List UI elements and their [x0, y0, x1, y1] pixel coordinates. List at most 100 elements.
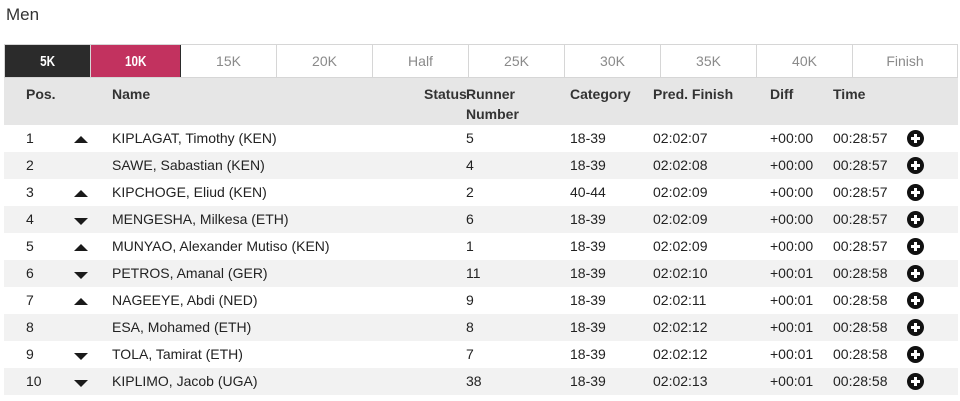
plus-circle-icon[interactable] — [907, 373, 924, 390]
trend-indicator — [74, 206, 90, 233]
trend-indicator — [74, 233, 90, 260]
tab-5k[interactable]: 5K — [5, 45, 91, 77]
results-table: Pos. Name Status Runner Number Category … — [4, 78, 958, 395]
rank-down-icon — [74, 218, 88, 225]
trend-indicator — [74, 314, 90, 341]
expand-row-button[interactable] — [907, 238, 924, 255]
cell-diff: +00:00 — [770, 238, 814, 254]
header-time: Time — [833, 86, 866, 102]
cell-diff: +00:01 — [770, 373, 814, 389]
tab-25k[interactable]: 25K — [469, 45, 565, 77]
table-row[interactable]: 1 KIPLAGAT, Timothy (KEN) 5 18-39 02:02:07 +0… — [4, 125, 958, 152]
tab-label: 10K — [124, 52, 147, 70]
cell-runner-number: 38 — [466, 373, 482, 389]
cell-name: PETROS, Amanal (GER) — [112, 265, 268, 281]
tab-15k[interactable]: 15K — [181, 45, 277, 77]
cell-pos: 4 — [26, 211, 34, 227]
plus-circle-icon[interactable] — [907, 211, 924, 228]
cell-runner-number: 5 — [466, 130, 474, 146]
plus-circle-icon[interactable] — [907, 346, 924, 363]
expand-row-button[interactable] — [907, 346, 924, 363]
cell-name: ESA, Mohamed (ETH) — [112, 319, 252, 335]
cell-diff: +00:00 — [770, 130, 814, 146]
expand-row-button[interactable] — [907, 373, 924, 390]
table-row[interactable]: 8 ESA, Mohamed (ETH) 8 18-39 02:02:12 +00:01 0… — [4, 314, 958, 341]
cell-pos: 2 — [26, 157, 34, 173]
cell-name: MUNYAO, Alexander Mutiso (KEN) — [112, 238, 330, 254]
cell-runner-number: 1 — [466, 238, 474, 254]
header-diff: Diff — [770, 86, 794, 102]
trend-indicator — [74, 341, 90, 368]
plus-circle-icon[interactable] — [907, 130, 924, 147]
rank-up-icon — [74, 298, 88, 305]
cell-runner-number: 6 — [466, 211, 474, 227]
header-name: Name — [112, 86, 151, 102]
expand-row-button[interactable] — [907, 265, 924, 282]
rank-up-icon — [74, 190, 88, 197]
cell-name: TOLA, Tamirat (ETH) — [112, 346, 243, 362]
cell-pos: 5 — [26, 238, 34, 254]
table-row[interactable]: 3 KIPCHOGE, Eliud (KEN) 2 40-44 02:02:09 +00:… — [4, 179, 958, 206]
cell-pred-finish: 02:02:10 — [653, 265, 708, 281]
expand-row-button[interactable] — [907, 184, 924, 201]
page-title: Men — [6, 5, 40, 24]
plus-circle-icon[interactable] — [907, 265, 924, 282]
cell-name: KIPLAGAT, Timothy (KEN) — [112, 130, 277, 146]
cell-category: 18-39 — [570, 130, 606, 146]
cell-category: 18-39 — [570, 265, 606, 281]
cell-diff: +00:00 — [770, 157, 814, 173]
plus-circle-icon[interactable] — [907, 157, 924, 174]
cell-category: 18-39 — [570, 319, 606, 335]
cell-pred-finish: 02:02:08 — [653, 157, 708, 173]
rank-down-icon — [74, 380, 88, 387]
header-number: Number — [466, 106, 519, 122]
tab-20k[interactable]: 20K — [277, 45, 373, 77]
rank-up-icon — [74, 136, 88, 143]
cell-diff: +00:00 — [770, 211, 814, 227]
header-pred-finish: Pred. Finish — [653, 86, 734, 102]
split-tabs: 5K 10K 15K 20K Half 25K 30K 35K 40K Fini… — [4, 44, 958, 78]
tab-10k[interactable]: 10K — [91, 45, 181, 77]
tab-35k[interactable]: 35K — [661, 45, 757, 77]
plus-circle-icon[interactable] — [907, 319, 924, 336]
cell-diff: +00:00 — [770, 184, 814, 200]
cell-time: 00:28:58 — [833, 319, 888, 335]
cell-pred-finish: 02:02:09 — [653, 238, 708, 254]
cell-category: 18-39 — [570, 292, 606, 308]
expand-row-button[interactable] — [907, 211, 924, 228]
cell-name: MENGESHA, Milkesa (ETH) — [112, 211, 289, 227]
table-row[interactable]: 7 NAGEEYE, Abdi (NED) 9 18-39 02:02:11 +00:01… — [4, 287, 958, 314]
tab-40k[interactable]: 40K — [757, 45, 853, 77]
plus-circle-icon[interactable] — [907, 184, 924, 201]
cell-category: 18-39 — [570, 157, 606, 173]
expand-row-button[interactable] — [907, 319, 924, 336]
table-row[interactable]: 9 TOLA, Tamirat (ETH) 7 18-39 02:02:12 +00:01… — [4, 341, 958, 368]
expand-row-button[interactable] — [907, 157, 924, 174]
trend-indicator — [74, 287, 90, 314]
plus-circle-icon[interactable] — [907, 292, 924, 309]
expand-row-button[interactable] — [907, 130, 924, 147]
cell-time: 00:28:58 — [833, 265, 888, 281]
tab-30k[interactable]: 30K — [565, 45, 661, 77]
tab-label: 35K — [696, 53, 721, 69]
cell-name: KIPLIMO, Jacob (UGA) — [112, 373, 258, 389]
table-row[interactable]: 6 PETROS, Amanal (GER) 11 18-39 02:02:10 +00:… — [4, 260, 958, 287]
cell-runner-number: 8 — [466, 319, 474, 335]
expand-row-button[interactable] — [907, 292, 924, 309]
tab-finish[interactable]: Finish — [853, 45, 957, 77]
rank-up-icon — [74, 244, 88, 251]
cell-time: 00:28:58 — [833, 292, 888, 308]
cell-category: 40-44 — [570, 184, 606, 200]
plus-circle-icon[interactable] — [907, 238, 924, 255]
table-row[interactable]: 10 KIPLIMO, Jacob (UGA) 38 18-39 02:02:13 +00… — [4, 368, 958, 395]
table-row[interactable]: 2 SAWE, Sabastian (KEN) 4 18-39 02:02:08 +00:… — [4, 152, 958, 179]
cell-time: 00:28:58 — [833, 373, 888, 389]
table-row[interactable]: 4 MENGESHA, Milkesa (ETH) 6 18-39 02:02:09 +0… — [4, 206, 958, 233]
cell-name: SAWE, Sabastian (KEN) — [112, 157, 265, 173]
cell-pred-finish: 02:02:12 — [653, 319, 708, 335]
cell-category: 18-39 — [570, 373, 606, 389]
table-row[interactable]: 5 MUNYAO, Alexander Mutiso (KEN) 1 18-39 02:… — [4, 233, 958, 260]
tab-half[interactable]: Half — [373, 45, 469, 77]
cell-pos: 7 — [26, 292, 34, 308]
tab-label: 30K — [600, 53, 625, 69]
